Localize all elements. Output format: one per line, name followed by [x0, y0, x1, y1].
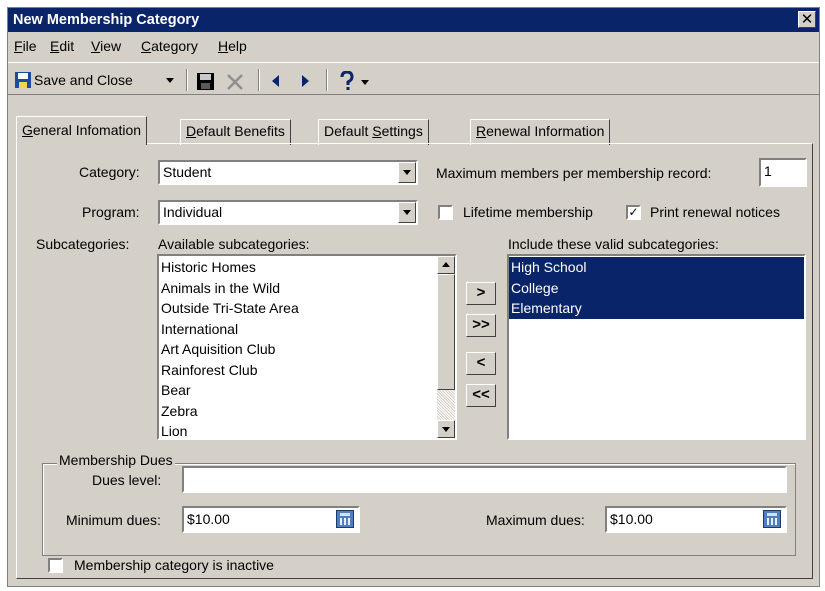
inactive-label: Membership category is inactive [74, 557, 274, 573]
add-all-button[interactable]: >> [466, 314, 496, 337]
lifetime-membership-label: Lifetime membership [463, 204, 593, 220]
lifetime-membership-checkbox[interactable] [438, 205, 453, 220]
chevron-down-icon[interactable] [398, 162, 416, 183]
list-item[interactable]: Lion [159, 421, 435, 438]
category-value: Student [163, 164, 212, 180]
scroll-thumb[interactable] [437, 274, 455, 390]
add-button[interactable]: > [466, 282, 496, 305]
print-renewal-checkbox[interactable]: ✓ [626, 205, 641, 220]
membership-dues-legend: Membership Dues [57, 452, 175, 468]
category-label: Category: [79, 164, 140, 180]
minimum-dues-label: Minimum dues: [66, 512, 161, 528]
tab-general-information[interactable]: General Infomation [16, 116, 148, 145]
list-item[interactable]: Outside Tri-State Area [159, 298, 435, 319]
list-item[interactable]: High School [509, 257, 804, 278]
program-select[interactable]: Individual [158, 200, 418, 225]
title-bar[interactable]: New Membership Category ✕ [8, 8, 819, 32]
tab-default-benefits[interactable]: Default Benefits [180, 119, 291, 145]
included-subcategories-label: Include these valid subcategories: [508, 236, 719, 252]
tab-renewal-information[interactable]: Renewal Information [470, 119, 611, 145]
toolbar: Save and Close [8, 62, 819, 95]
scroll-up-icon[interactable] [437, 256, 455, 274]
available-subcategories-label: Available subcategories: [158, 236, 310, 252]
toolbar-separator [326, 69, 328, 91]
help-icon[interactable] [339, 71, 355, 95]
menu-category[interactable]: Category [141, 38, 198, 54]
max-members-input[interactable]: 1 [759, 158, 807, 187]
save-and-close-button[interactable]: Save and Close [12, 68, 180, 92]
maximum-dues-value: $10.00 [610, 511, 653, 527]
dropdown-arrow-icon [166, 78, 174, 83]
list-item[interactable]: College [509, 277, 804, 298]
menu-file[interactable]: File [14, 38, 37, 54]
maximum-dues-label: Maximum dues: [486, 512, 585, 528]
included-subcategories-list[interactable]: High School College Elementary [507, 254, 806, 440]
minimum-dues-input[interactable]: $10.00 [182, 506, 360, 533]
inactive-checkbox[interactable] [48, 558, 63, 573]
delete-icon[interactable] [225, 72, 245, 96]
maximum-dues-input[interactable]: $10.00 [605, 506, 787, 533]
dues-level-label: Dues level: [92, 472, 162, 488]
program-value: Individual [163, 204, 223, 220]
dues-level-input[interactable] [182, 466, 787, 493]
toolbar-separator [186, 69, 188, 91]
list-item[interactable]: Historic Homes [159, 257, 435, 278]
save-close-icon [15, 72, 31, 88]
menu-bar: File Edit View Category Help [8, 32, 819, 61]
scroll-down-icon[interactable] [437, 420, 455, 438]
menu-view[interactable]: View [91, 38, 121, 54]
menu-edit[interactable]: Edit [50, 38, 74, 54]
save-and-close-label: Save and Close [34, 72, 133, 88]
menu-help[interactable]: Help [218, 38, 247, 54]
print-renewal-label: Print renewal notices [650, 204, 780, 220]
subcategories-label: Subcategories: [36, 236, 130, 252]
list-item[interactable]: Zebra [159, 401, 435, 422]
calculator-icon[interactable] [763, 510, 781, 528]
program-label: Program: [82, 204, 140, 220]
list-item[interactable]: Animals in the Wild [159, 278, 435, 299]
available-list-scrollbar[interactable] [437, 256, 455, 438]
max-members-label: Maximum members per membership record: [436, 165, 712, 181]
dropdown-arrow-icon[interactable] [361, 80, 369, 104]
toolbar-separator [258, 69, 260, 91]
save-icon[interactable] [196, 72, 216, 96]
list-item[interactable]: International [159, 319, 435, 340]
calculator-icon[interactable] [336, 510, 354, 528]
chevron-down-icon[interactable] [398, 202, 416, 223]
window-title: New Membership Category [13, 12, 200, 28]
list-item[interactable]: Elementary [509, 298, 804, 319]
remove-button[interactable]: < [466, 352, 496, 375]
list-item[interactable]: Bear [159, 380, 435, 401]
list-item[interactable]: Rainforest Club [159, 360, 435, 381]
tab-default-settings[interactable]: Default Settings [318, 119, 429, 145]
list-item[interactable]: Art Aquisition Club [159, 339, 435, 360]
remove-all-button[interactable]: << [466, 384, 496, 407]
available-subcategories-list[interactable]: Historic Homes Animals in the Wild Outsi… [157, 254, 457, 440]
next-icon[interactable] [300, 75, 312, 99]
category-select[interactable]: Student [158, 160, 418, 185]
close-icon[interactable]: ✕ [798, 11, 816, 28]
previous-icon[interactable] [270, 75, 282, 99]
minimum-dues-value: $10.00 [187, 511, 230, 527]
membership-category-window: New Membership Category ✕ File Edit View… [7, 7, 820, 587]
